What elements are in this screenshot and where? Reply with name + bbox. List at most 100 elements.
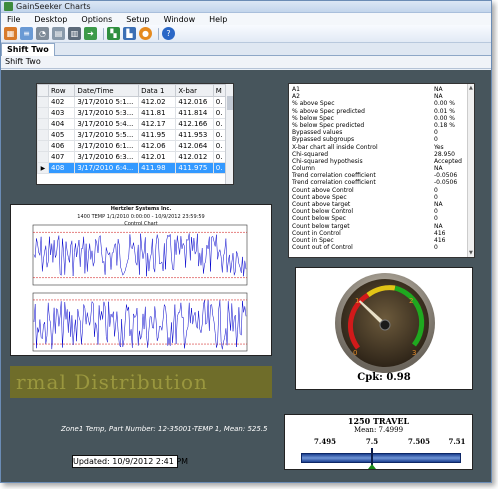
cpk-gauge-panel[interactable]: 0 1 2 3 Cpk: 0.98 [295,267,473,390]
list-item[interactable]: % below Spec predicted 0.18 % [292,122,464,129]
row-indicator[interactable] [37,118,49,130]
table-cell[interactable]: 412.01 [138,151,177,163]
column-header-row[interactable]: Row [47,84,76,97]
list-item[interactable]: % below Spec 0.00 % [292,115,464,122]
table-cell[interactable]: 411.95 [138,129,177,141]
table-row[interactable]: 407 3/17/2010 6:3... 412.01 412.012 0. [37,151,228,163]
statistics-list[interactable]: A1 NA A2 NA% above Spec 0.00 %% above Spec p… [288,83,475,258]
list-item[interactable]: Count above Spec 0 [292,194,464,201]
table-cell[interactable]: 411.81 [138,107,177,119]
refresh-icon[interactable]: ● [139,27,152,40]
scroll-up-icon[interactable]: ▲ [469,85,473,91]
table-cell[interactable]: 412.17 [138,118,177,130]
table-cell[interactable]: 403 [47,107,76,119]
list-item[interactable]: Chi-squared 28.950 [292,151,464,158]
menu-options[interactable]: Options [81,15,112,24]
list-item[interactable]: Trend correlation coefficient -0.0506 [292,179,464,186]
new-chart-icon[interactable]: ▦ [4,27,17,40]
list-item[interactable]: % above Spec 0.00 % [292,100,464,107]
menu-setup[interactable]: Setup [126,15,149,24]
table-cell[interactable]: 3/17/2010 5:4... [74,118,140,130]
list-item[interactable]: Trend correlation coefficient -0.0506 [292,172,464,179]
table-row[interactable]: 404 3/17/2010 5:4... 412.17 412.166 0. [37,118,228,130]
list-item[interactable]: Count in Control 416 [292,230,464,237]
list-item[interactable]: Count below Control 0 [292,208,464,215]
table-row[interactable]: 403 3/17/2010 5:3... 411.81 411.814 0. [37,107,228,119]
table-cell[interactable]: 3/17/2010 5:3... [74,107,140,119]
table-cell[interactable]: 411.975 [175,162,214,174]
table-cell[interactable]: 412.064 [175,140,214,152]
list-item[interactable]: Bypassed values 0 [292,129,464,136]
list-item[interactable]: Count out of Control 0 [292,244,464,251]
control-chart-panel[interactable]: Hertzler Systems Inc. 1400 TEMP 1/1/2010… [10,204,272,356]
list-item[interactable]: Chi-squared hypothesis Accepted [292,158,464,165]
table-cell[interactable]: 406 [47,140,76,152]
filter-icon[interactable]: ▙ [123,27,136,40]
list-item[interactable]: Column NA [292,165,464,172]
table-cell[interactable]: 412.012 [175,151,214,163]
table-row[interactable]: 405 3/17/2010 5:5... 411.95 411.953 0. [37,129,228,141]
layout-icon[interactable]: ▚ [107,27,120,40]
column-header-datetime[interactable]: Date/Time [74,84,140,97]
row-indicator[interactable] [37,129,49,141]
menu-window[interactable]: Window [164,15,196,24]
table-cell[interactable]: 412.02 [138,96,177,108]
table-row[interactable]: ▶ 408 3/17/2010 6:4... 411.98 411.975 0. [37,162,228,174]
normal-distribution-banner[interactable]: rmal Distribution [10,366,272,398]
print-preview-icon[interactable]: ▤ [52,27,65,40]
table-cell[interactable]: 412.06 [138,140,177,152]
stats-scrollbar[interactable]: ▲ ▼ [467,84,474,257]
row-indicator[interactable] [37,151,49,163]
list-item[interactable]: Count in Spec 416 [292,237,464,244]
table-cell[interactable]: 412.166 [175,118,214,130]
travel-tick: 7.495 [314,437,336,446]
table-cell[interactable]: 405 [47,129,76,141]
list-item[interactable]: % above Spec predicted 0.01 % [292,108,464,115]
table-cell[interactable]: 404 [47,118,76,130]
data-grid[interactable]: Row Date/Time Data 1 X-bar M 402 3/17/201… [36,83,234,185]
export-icon[interactable]: ➜ [84,27,97,40]
table-cell[interactable]: 3/17/2010 6:4... [74,162,140,174]
list-item[interactable]: A2 NA [292,93,464,100]
row-indicator[interactable] [37,96,49,108]
row-indicator[interactable] [37,107,49,119]
table-cell[interactable]: 3/17/2010 6:1... [74,140,140,152]
table-cell[interactable]: 402 [47,96,76,108]
grid-scrollbar[interactable] [225,84,233,184]
table-row[interactable]: 406 3/17/2010 6:1... 412.06 412.064 0. [37,140,228,152]
menu-help[interactable]: Help [209,15,227,24]
table-cell[interactable]: 3/17/2010 6:3... [74,151,140,163]
table-cell[interactable]: 412.016 [175,96,214,108]
column-header-xbar[interactable]: X-bar [175,84,214,97]
table-cell[interactable]: 411.953 [175,129,214,141]
print-icon[interactable]: ▥ [68,27,81,40]
table-cell[interactable]: 407 [47,151,76,163]
scroll-down-icon[interactable]: ▼ [469,250,473,256]
row-indicator[interactable] [37,140,49,152]
list-item[interactable]: Count above target NA [292,201,464,208]
menu-desktop[interactable]: Desktop [34,15,67,24]
list-item[interactable]: Count above Control 0 [292,187,464,194]
list-item[interactable]: A1 NA [292,86,464,93]
column-header-data1[interactable]: Data 1 [138,84,177,97]
list-item[interactable]: Count below Spec 0 [292,215,464,222]
travel-bar [301,453,461,463]
table-cell[interactable]: 408 [47,162,76,174]
list-item[interactable]: X-bar chart all inside Control Yes [292,144,464,151]
row-indicator[interactable]: ▶ [37,162,49,174]
gauge-icon[interactable]: ◔ [36,27,49,40]
list-item[interactable]: Count below target NA [292,223,464,230]
menu-file[interactable]: File [7,15,20,24]
table-cell[interactable]: 411.814 [175,107,214,119]
help-icon[interactable]: ? [162,27,175,40]
table-cell[interactable]: 3/17/2010 5:5... [74,129,140,141]
table-row[interactable]: 402 3/17/2010 5:1... 412.02 412.016 0. [37,96,228,108]
table-cell[interactable]: 3/17/2010 5:1... [74,96,140,108]
data-icon[interactable]: ≡ [20,27,33,40]
stat-name: Count out of Control [292,244,353,252]
grid-scroll-thumb[interactable] [227,96,233,110]
travel-indicator-panel[interactable]: 1250 TRAVEL Mean: 7.4999 7.495 7.5 7.505… [284,414,473,470]
list-item[interactable]: Bypassed subgroups 0 [292,136,464,143]
table-cell[interactable]: 411.98 [138,162,177,174]
tab-shift-two[interactable]: Shift Two [1,43,55,56]
